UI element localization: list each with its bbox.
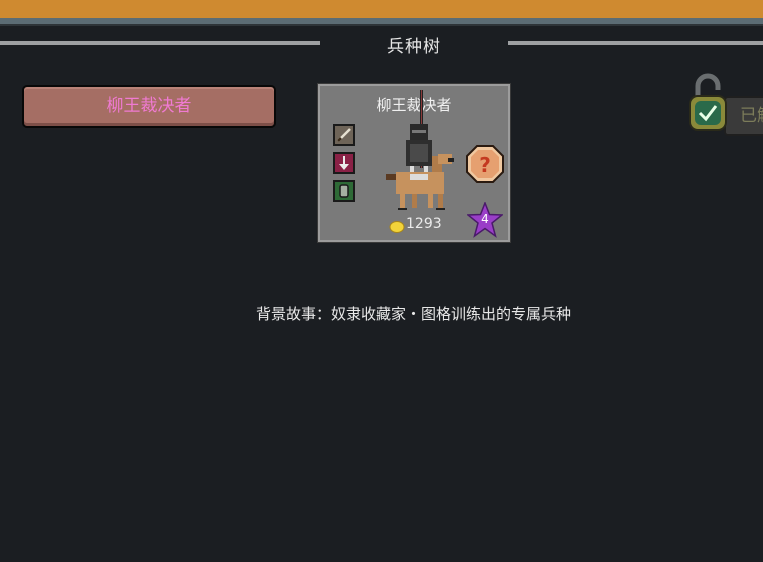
attack-icon[interactable] xyxy=(333,152,355,174)
page-title: 兵种树 xyxy=(387,37,441,57)
unit-select-button[interactable]: 柳王裁决者 xyxy=(22,85,276,128)
tier-label: 4 xyxy=(481,212,489,226)
unit-cost: 1293 xyxy=(406,216,442,232)
unlocked-padlock-icon xyxy=(689,73,727,131)
top-banner xyxy=(0,0,763,18)
top-banner-shadow xyxy=(0,24,763,26)
unit-card[interactable]: 柳王裁决者 ? 4 1293 xyxy=(318,84,510,242)
header-rule-left xyxy=(0,41,320,45)
knight-portrait xyxy=(386,90,454,210)
background-story: 背景故事：奴隶收藏家・图格训练出的专属兵种 xyxy=(255,305,571,323)
defense-icon[interactable] xyxy=(333,180,355,202)
question-icon[interactable]: ? xyxy=(465,144,505,184)
header-rule-right xyxy=(508,41,763,45)
gold-coin-icon xyxy=(389,221,405,233)
unlock-status: 已解锁 xyxy=(688,72,763,142)
svg-text:?: ? xyxy=(479,153,491,177)
weapon-icon[interactable] xyxy=(333,124,355,146)
